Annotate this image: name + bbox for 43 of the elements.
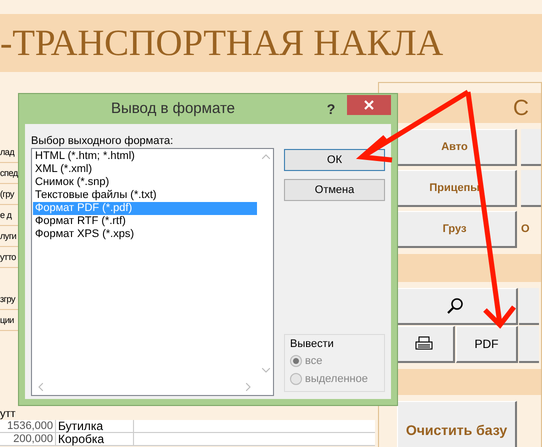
close-button[interactable] (347, 95, 391, 115)
format-option[interactable]: Формат RTF (*.rtf) (33, 215, 257, 228)
format-list[interactable]: HTML (*.htm; *.html) XML (*.xml) Снимок (*.snp) Текстовые файлы (*.txt) Формат PDF (*.pdf) Формат RTF (*.rtf) Формат XPS (*.xps) (31, 148, 274, 396)
format-option[interactable]: Формат XPS (*.xps) (33, 228, 257, 241)
scroll-left-icon (38, 383, 43, 391)
cut-off-button[interactable] (521, 170, 541, 207)
group-title: Вывести (290, 337, 335, 351)
form-label: спед (0, 168, 18, 178)
cut-off-button[interactable] (521, 129, 541, 166)
form-label: ции (0, 316, 14, 324)
side-label: О (521, 222, 531, 238)
scroll-right-icon (246, 383, 251, 391)
table-header: утт (0, 408, 16, 420)
table-cell: Коробка (56, 433, 134, 445)
help-button[interactable]: ? (321, 98, 341, 120)
format-option[interactable]: XML (*.xml) (33, 163, 257, 176)
dialog-title: Вывод в формате (110, 98, 236, 119)
scroll-down-icon (262, 368, 270, 373)
app-title: -ТРАНСПОРТНАЯ НАКЛА (0, 24, 444, 62)
scroll-up-icon (262, 154, 270, 159)
clear-database-button[interactable]: Очистить базу (397, 401, 517, 447)
format-option[interactable]: Текстовые файлы (*.txt) (33, 189, 257, 202)
table-cell: 200,000 (0, 433, 56, 445)
form-label: згру (0, 294, 16, 304)
magnifier-icon (446, 297, 464, 315)
cancel-button[interactable]: Отмена (284, 179, 385, 201)
form-label: лад (0, 148, 14, 156)
form-label: луги (0, 232, 16, 240)
table-cell: 1536,000 (0, 420, 56, 432)
format-option[interactable]: HTML (*.htm; *.html) (33, 150, 257, 163)
form-label: е д (0, 210, 12, 220)
format-option[interactable]: Снимок (*.snp) (33, 176, 257, 189)
printer-icon (414, 336, 432, 352)
cut-off-button[interactable] (519, 288, 539, 325)
pdf-button[interactable]: PDF (456, 326, 518, 363)
panel-title: С (513, 97, 529, 119)
close-icon (364, 100, 374, 110)
form-label: утто (0, 252, 16, 262)
list-label: Выбор выходного формата: (31, 134, 174, 148)
ok-button[interactable]: ОК (284, 149, 385, 171)
cut-off-button[interactable] (519, 326, 539, 363)
table-cell: Бутилка (56, 420, 134, 432)
form-label: (гру (0, 190, 14, 198)
